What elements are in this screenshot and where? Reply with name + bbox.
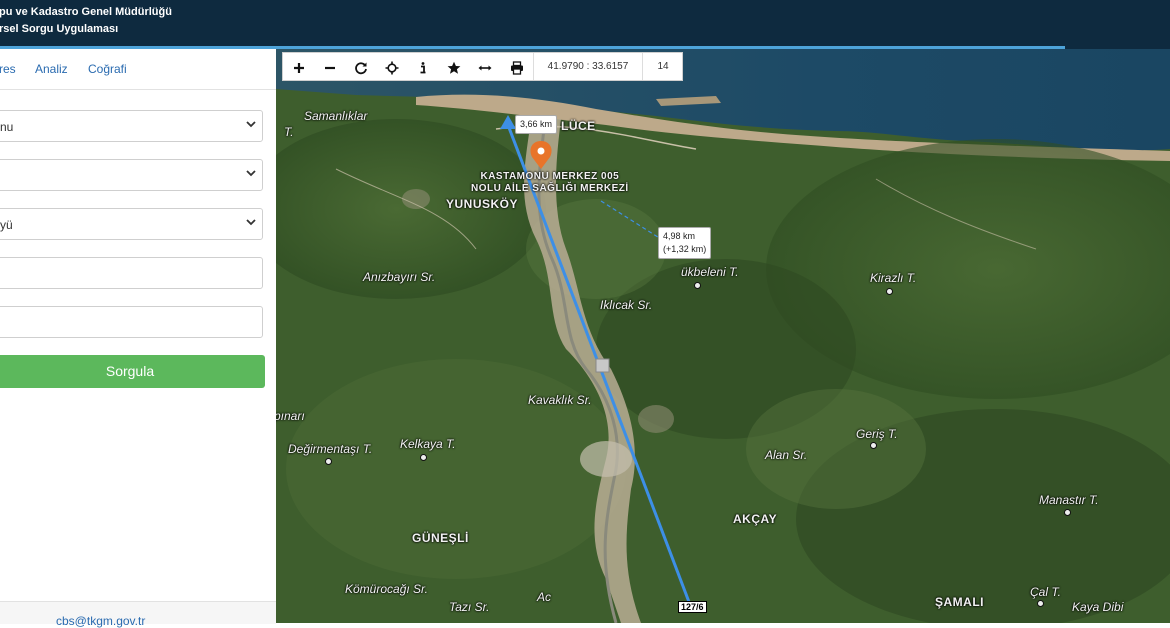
place-label: YUNUSKÖY: [446, 197, 519, 211]
sidebar-footer: cbs@tkgm.gov.tr: [0, 601, 276, 628]
print-icon: [510, 60, 523, 75]
mahalle-select[interactable]: yü: [0, 208, 263, 240]
peak-marker: [870, 442, 877, 449]
measure-segment-distance: 3,66 km: [520, 119, 553, 129]
info-icon: [420, 61, 425, 73]
peak-marker: [1037, 600, 1044, 607]
measure-delta-distance: (+1,32 km): [663, 244, 707, 254]
place-label: Kelkaya T.: [400, 437, 456, 451]
ilce-select[interactable]: [0, 159, 263, 191]
il-select-value: nu: [0, 120, 14, 134]
place-label: AKÇAY: [733, 512, 778, 526]
peak-marker: [325, 458, 332, 465]
measure-total-distance: 4,98 km: [663, 231, 696, 241]
peak-marker: [420, 454, 427, 461]
favorite-button[interactable]: [438, 53, 469, 82]
place-label: T.: [284, 125, 294, 139]
parcel-label: 127/6: [678, 601, 707, 613]
zoom-in-button[interactable]: [283, 53, 314, 82]
place-label: Geriş T.: [856, 427, 898, 441]
poi-label-line2: NOLU AİLE SAĞLIĞI MERKEZİ: [471, 183, 629, 194]
print-button[interactable]: [501, 53, 532, 82]
map-view[interactable]: Samanlıklar T. LÜCE KASTAMONU MERKEZ 005…: [276, 49, 1170, 623]
info-button[interactable]: [407, 53, 438, 82]
measure-button[interactable]: [469, 53, 500, 82]
place-label: Kaya Dibi: [1072, 600, 1124, 614]
place-label: Iklıcak Sr.: [600, 298, 653, 312]
zoom-in-icon: [293, 62, 304, 73]
app-header: pu ve Kadastro Genel Müdürlüğü rsel Sorg…: [0, 0, 1170, 46]
place-label: Tazı Sr.: [449, 600, 490, 614]
parsel-input[interactable]: [0, 306, 263, 338]
ada-input[interactable]: [0, 257, 263, 289]
poi-label: KASTAMONU MERKEZ 005 NOLU AİLE SAĞLIĞI M…: [471, 171, 629, 195]
place-label: ükbeleni T.: [681, 265, 739, 279]
sidebar-panel: res Analiz Coğrafi nu yü Sorgula cbs@tkg…: [0, 49, 277, 628]
map-toolbar: 41.9790 : 33.6157 14: [282, 52, 683, 81]
chevron-down-icon: [246, 121, 256, 128]
tab-cografi[interactable]: Coğrafi: [88, 62, 127, 76]
locate-icon: [385, 61, 398, 74]
star-icon: [447, 61, 460, 74]
header-title-line1: pu ve Kadastro Genel Müdürlüğü: [0, 6, 172, 18]
chevron-down-icon: [246, 170, 256, 177]
measure-tooltip-total: 4,98 km (+1,32 km): [658, 227, 712, 259]
place-label: Çal T.: [1030, 585, 1061, 599]
peak-marker: [1064, 509, 1071, 516]
place-label: pınarı: [276, 409, 305, 423]
zoom-out-icon: [324, 66, 335, 69]
place-label: GÜNEŞLİ: [412, 531, 469, 545]
il-select[interactable]: nu: [0, 110, 263, 142]
place-label: Kavaklık Sr.: [528, 393, 592, 407]
measure-icon: [478, 65, 491, 70]
place-label: Kömürocağı Sr.: [345, 582, 428, 596]
place-label: ŞAMALI: [935, 595, 984, 609]
peak-marker: [886, 288, 893, 295]
place-label: LÜCE: [561, 119, 596, 133]
header-title-line2: rsel Sorgu Uygulaması: [0, 23, 119, 35]
zoom-level-readout: 14: [642, 53, 683, 80]
zoom-out-button[interactable]: [314, 53, 345, 82]
tab-analiz[interactable]: Analiz: [35, 62, 68, 76]
place-label: Anızbayırı Sr.: [363, 270, 436, 284]
place-label: Ac: [537, 590, 552, 604]
place-label: Samanlıklar: [304, 109, 368, 123]
tab-adres[interactable]: res: [0, 62, 16, 76]
poi-label-line1: KASTAMONU MERKEZ 005: [480, 171, 620, 182]
sidebar-tabs: res Analiz Coğrafi: [0, 49, 276, 90]
place-label: Kirazlı T.: [870, 271, 917, 285]
measure-tooltip: 3,66 km: [515, 115, 558, 134]
satellite-imagery: [276, 49, 1170, 623]
footer-email-link[interactable]: cbs@tkgm.gov.tr: [56, 614, 145, 628]
place-label: Manastır T.: [1039, 493, 1099, 507]
refresh-icon: [354, 61, 367, 74]
peak-marker: [694, 282, 701, 289]
chevron-down-icon: [246, 219, 256, 226]
coordinate-readout: 41.9790 : 33.6157: [533, 53, 642, 80]
place-label: Değirmentaşı T.: [288, 442, 373, 456]
place-label: Alan Sr.: [765, 448, 808, 462]
locate-button[interactable]: [376, 53, 407, 82]
query-button[interactable]: Sorgula: [0, 355, 265, 388]
mahalle-select-value: yü: [0, 218, 13, 232]
refresh-button[interactable]: [345, 53, 376, 82]
